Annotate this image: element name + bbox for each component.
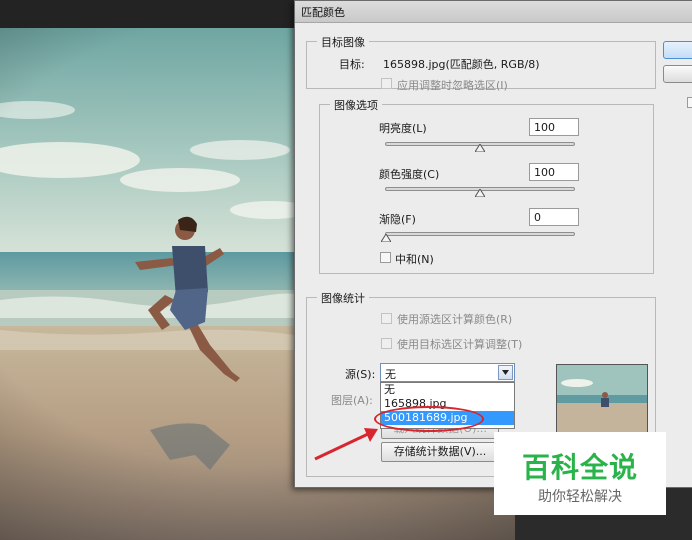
save-statistics-button[interactable]: 存储统计数据(V)...	[381, 442, 499, 462]
source-select[interactable]: 无	[380, 363, 515, 382]
use-source-selection-checkbox[interactable]	[381, 313, 392, 324]
luminance-input[interactable]: 100	[529, 118, 579, 136]
annotation-ellipse	[374, 406, 484, 432]
use-target-selection-checkbox[interactable]	[381, 338, 392, 349]
source-label: 源(S):	[345, 368, 376, 381]
target-label: 目标:	[339, 58, 365, 71]
image-options-group-title: 图像选项	[330, 97, 382, 113]
watermark-box: 百科全说 助你轻松解决	[494, 432, 666, 515]
dropdown-option-none[interactable]: 无	[381, 383, 514, 397]
ok-button[interactable]	[663, 41, 692, 59]
fade-slider-thumb[interactable]	[381, 234, 391, 242]
color-intensity-input[interactable]: 100	[529, 163, 579, 181]
chevron-down-icon[interactable]	[498, 365, 513, 380]
neutralize-label: 中和(N)	[395, 253, 434, 266]
fade-input[interactable]: 0	[529, 208, 579, 226]
source-select-value: 无	[385, 368, 396, 381]
luminance-slider-thumb[interactable]	[475, 144, 485, 152]
annotation-arrow-icon	[314, 428, 378, 461]
watermark-subtitle: 助你轻松解决	[538, 489, 622, 505]
use-source-selection-label: 使用源选区计算颜色(R)	[397, 313, 513, 326]
luminance-label: 明亮度(L)	[379, 122, 427, 135]
dark-edge-right	[666, 488, 692, 540]
image-statistics-group-title: 图像统计	[317, 290, 369, 306]
target-value: 165898.jpg(匹配颜色, RGB/8)	[383, 58, 540, 71]
dark-edge-bottom	[515, 515, 666, 540]
cancel-button[interactable]	[663, 65, 692, 83]
match-color-dialog: 匹配颜色 目标图像 目标: 165898.jpg(匹配颜色, RGB/8) 应用…	[294, 0, 692, 488]
layer-label: 图层(A):	[331, 394, 373, 407]
watermark-title: 百科全说	[521, 451, 638, 484]
fade-label: 渐隐(F)	[379, 213, 416, 226]
neutralize-checkbox[interactable]	[380, 252, 391, 263]
use-target-selection-label: 使用目标选区计算调整(T)	[397, 338, 523, 351]
target-image-group-title: 目标图像	[317, 34, 369, 50]
ignore-selection-label: 应用调整时忽略选区(I)	[397, 79, 508, 92]
preview-checkbox[interactable]	[687, 97, 692, 108]
ignore-selection-checkbox[interactable]	[381, 78, 392, 89]
color-intensity-label: 颜色强度(C)	[379, 168, 440, 181]
fade-slider-track[interactable]	[385, 232, 575, 236]
dialog-title[interactable]: 匹配颜色	[295, 1, 692, 23]
source-preview-thumbnail	[556, 364, 648, 434]
color-intensity-slider-thumb[interactable]	[475, 189, 485, 197]
